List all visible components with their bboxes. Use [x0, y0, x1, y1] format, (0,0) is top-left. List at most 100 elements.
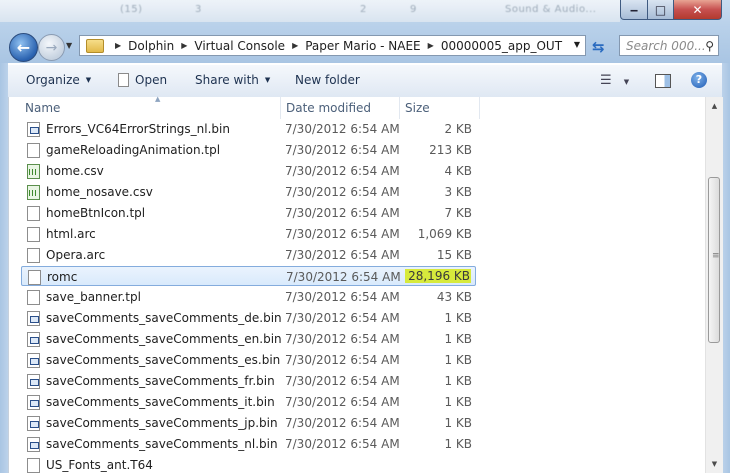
file-row[interactable]: saveComments_saveComments_nl.bin 7/30/201…: [21, 434, 476, 454]
organize-button[interactable]: Organize ▼: [26, 73, 91, 87]
file-size: 4 KB: [444, 164, 472, 178]
blurred-text: (15): [120, 4, 143, 15]
file-date: 7/30/2012 6:54 AM: [285, 437, 400, 451]
document-icon: [118, 73, 129, 87]
file-size: 43 KB: [436, 290, 472, 304]
preview-pane-icon[interactable]: [655, 74, 671, 88]
command-bar: Organize ▼ Open Share with ▼ New folder …: [0, 64, 730, 98]
file-row[interactable]: romc 7/30/2012 6:54 AM 28,196 KB: [21, 266, 476, 286]
file-icon: [27, 248, 40, 263]
csv-file-icon: [27, 185, 40, 200]
back-arrow-icon: ←: [16, 38, 31, 57]
back-button[interactable]: ←: [9, 33, 38, 62]
file-size: 1 KB: [444, 437, 472, 451]
forward-button[interactable]: →: [38, 34, 65, 61]
file-date: 7/30/2012 6:54 AM: [285, 332, 400, 346]
file-date: 7/30/2012 6:54 AM: [285, 416, 400, 430]
recent-pages-button[interactable]: ▼: [66, 41, 72, 50]
breadcrumb-item[interactable]: 00000005_app_OUT: [441, 39, 562, 53]
breadcrumb-item[interactable]: Paper Mario - NAEE: [305, 39, 420, 53]
file-row[interactable]: saveComments_saveComments_en.bin 7/30/201…: [21, 329, 476, 349]
file-name: saveComments_saveComments_fr.bin: [46, 374, 275, 388]
file-icon: [27, 206, 40, 221]
chevron-down-icon: ▼: [264, 76, 271, 84]
file-row[interactable]: gameReloadingAnimation.tpl 7/30/2012 6:54…: [21, 140, 476, 160]
file-row[interactable]: home.csv 7/30/2012 6:54 AM 4 KB: [21, 161, 476, 181]
file-size: 2 KB: [444, 122, 472, 136]
file-size: 1 KB: [444, 332, 472, 346]
refresh-icon[interactable]: ⇆: [592, 38, 605, 56]
chevron-down-icon: ▼: [623, 78, 630, 86]
file-row[interactable]: US_Fonts_ant.T64: [21, 455, 476, 475]
blurred-text: 2: [360, 4, 367, 15]
file-date: 7/30/2012 6:54 AM: [285, 206, 400, 220]
blurred-background-strip: (15) 3 2 9 Sound & Audio...: [0, 0, 620, 22]
folder-icon: [86, 38, 104, 53]
breadcrumb-item[interactable]: Dolphin: [128, 39, 174, 53]
vertical-scrollbar[interactable]: ▲ ≡ ▼: [705, 97, 723, 473]
column-divider[interactable]: [479, 97, 480, 119]
file-icon: [28, 270, 41, 285]
bin-file-icon: [27, 122, 40, 137]
file-name: home_nosave.csv: [46, 185, 153, 199]
column-header-size[interactable]: Size: [405, 101, 430, 115]
scroll-thumb[interactable]: ≡: [708, 177, 720, 343]
breadcrumb-separator-icon[interactable]: ▶: [181, 41, 187, 50]
file-size: 1 KB: [444, 395, 472, 409]
maximize-button[interactable]: □: [647, 0, 674, 20]
file-name: Errors_VC64ErrorStrings_nl.bin: [46, 122, 230, 136]
file-name: homeBtnIcon.tpl: [46, 206, 146, 220]
file-date: 7/30/2012 6:54 AM: [285, 311, 400, 325]
search-icon[interactable]: ⚲: [705, 39, 714, 53]
breadcrumb-separator-icon[interactable]: ▶: [292, 41, 298, 50]
file-name: Opera.arc: [46, 248, 106, 262]
file-name: US_Fonts_ant.T64: [46, 458, 153, 472]
close-button[interactable]: ✕: [673, 0, 722, 20]
csv-file-icon: [27, 164, 40, 179]
breadcrumb-separator-icon[interactable]: ▶: [428, 41, 434, 50]
file-icon: [27, 143, 40, 158]
column-divider[interactable]: [280, 97, 281, 119]
address-bar[interactable]: ▶ Dolphin ▶ Virtual Console ▶ Paper Mari…: [79, 35, 586, 56]
address-dropdown-icon[interactable]: ▼: [574, 40, 580, 49]
chevron-down-icon: ▼: [85, 76, 92, 84]
open-button[interactable]: Open: [118, 73, 167, 87]
file-row[interactable]: html.arc 7/30/2012 6:54 AM 1,069 KB: [21, 224, 476, 244]
file-row[interactable]: saveComments_saveComments_jp.bin 7/30/201…: [21, 413, 476, 433]
breadcrumb-item[interactable]: Virtual Console: [194, 39, 285, 53]
file-row[interactable]: homeBtnIcon.tpl 7/30/2012 6:54 AM 7 KB: [21, 203, 476, 223]
scroll-down-button[interactable]: ▼: [706, 455, 723, 472]
file-name: romc: [47, 270, 78, 284]
file-row[interactable]: save_banner.tpl 7/30/2012 6:54 AM 43 KB: [21, 287, 476, 307]
search-placeholder: Search 000...: [626, 39, 706, 53]
file-name: html.arc: [46, 227, 96, 241]
minimize-button[interactable]: ‒: [620, 0, 648, 20]
column-divider[interactable]: [399, 97, 400, 119]
new-folder-button[interactable]: New folder: [295, 73, 360, 87]
file-size: 28,196 KB: [405, 269, 471, 283]
column-header-name[interactable]: Name: [25, 101, 60, 115]
file-row[interactable]: saveComments_saveComments_de.bin 7/30/201…: [21, 308, 476, 328]
file-row[interactable]: saveComments_saveComments_it.bin 7/30/201…: [21, 392, 476, 412]
file-icon: [27, 227, 40, 242]
bin-file-icon: [27, 437, 40, 452]
share-with-button[interactable]: Share with ▼: [195, 73, 270, 87]
scroll-up-button[interactable]: ▲: [706, 97, 723, 114]
search-input[interactable]: Search 000... ⚲: [619, 35, 719, 56]
file-date: 7/30/2012 6:54 AM: [285, 164, 400, 178]
file-name: saveComments_saveComments_it.bin: [46, 395, 275, 409]
file-row[interactable]: saveComments_saveComments_es.bin 7/30/201…: [21, 350, 476, 370]
change-view-button[interactable]: ☰ ▼: [600, 73, 629, 88]
column-header-date[interactable]: Date modified: [286, 101, 371, 115]
file-icon: [27, 458, 40, 473]
file-row[interactable]: Opera.arc 7/30/2012 6:54 AM 15 KB: [21, 245, 476, 265]
breadcrumb-separator-icon[interactable]: ▶: [115, 41, 121, 50]
bin-file-icon: [27, 332, 40, 347]
file-row[interactable]: saveComments_saveComments_fr.bin 7/30/201…: [21, 371, 476, 391]
file-row[interactable]: home_nosave.csv 7/30/2012 6:54 AM 3 KB: [21, 182, 476, 202]
file-size: 213 KB: [429, 143, 472, 157]
share-with-label: Share with: [195, 73, 259, 87]
forward-arrow-icon: →: [45, 39, 58, 56]
help-icon[interactable]: ?: [691, 72, 707, 88]
file-row[interactable]: Errors_VC64ErrorStrings_nl.bin 7/30/2012 …: [21, 119, 476, 139]
